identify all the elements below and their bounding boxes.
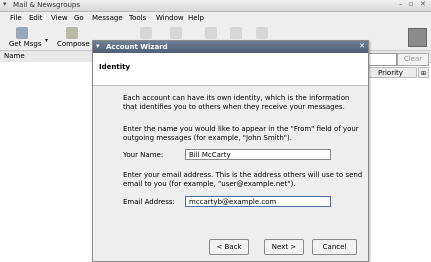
close-icon[interactable]: ✕ xyxy=(420,0,426,8)
menu-help[interactable]: Help xyxy=(188,14,204,22)
get-msgs-icon[interactable] xyxy=(16,27,28,39)
name-label: Your Name: xyxy=(123,151,164,159)
email-field[interactable]: mccartyb@example.com xyxy=(185,196,331,207)
menu-edit[interactable]: Edit xyxy=(29,14,43,22)
page-title: Identity xyxy=(99,63,131,71)
reply-all-icon[interactable] xyxy=(170,27,182,39)
menu-tools[interactable]: Tools xyxy=(129,14,146,22)
name-prompt-text: Enter the name you would like to appear … xyxy=(123,125,359,142)
clear-button[interactable]: Clear xyxy=(397,53,429,66)
menu-go[interactable]: Go xyxy=(74,14,84,22)
throbber-icon xyxy=(408,28,427,47)
compose-button[interactable]: Compose xyxy=(57,40,90,48)
dialog-header: Identity xyxy=(93,53,368,86)
folder-pane xyxy=(0,62,93,261)
window-menu-icon[interactable]: ▾ xyxy=(3,0,7,8)
dialog-title: Account Wizard xyxy=(106,43,168,51)
compose-icon[interactable] xyxy=(66,27,78,39)
menu-file[interactable]: File xyxy=(10,14,22,22)
identity-intro-text: Each account can have its own identity, … xyxy=(123,94,350,111)
window-titlebar: ▾ Mail & Newsgroups – ▫ ✕ xyxy=(0,0,431,12)
account-wizard-dialog: ▾ Account Wizard ✕ Identity Each account… xyxy=(92,40,369,262)
menu-view[interactable]: View xyxy=(51,14,68,22)
name-field[interactable]: Bill McCarty xyxy=(185,149,331,160)
next-button[interactable]: Next > xyxy=(264,239,304,255)
file-icon[interactable] xyxy=(205,27,217,39)
message-list xyxy=(367,78,430,261)
back-button[interactable]: < Back xyxy=(209,239,249,255)
cancel-button[interactable]: Cancel xyxy=(312,239,357,255)
search-input[interactable] xyxy=(367,53,397,66)
reply-icon[interactable] xyxy=(140,27,152,39)
priority-column-header[interactable]: Priority xyxy=(367,67,417,78)
dialog-menu-icon[interactable]: ▾ xyxy=(96,42,100,50)
maximize-icon[interactable]: ▫ xyxy=(409,0,414,8)
minimize-icon[interactable]: – xyxy=(399,0,403,8)
dialog-titlebar: ▾ Account Wizard ✕ xyxy=(93,41,368,53)
menubar: File Edit View Go Message Tools Window H… xyxy=(0,12,431,25)
name-column-label[interactable]: Name xyxy=(4,52,25,60)
next-icon[interactable] xyxy=(230,27,242,39)
get-msgs-dropdown-icon[interactable]: ▾ xyxy=(45,37,48,44)
menu-window[interactable]: Window xyxy=(156,14,184,22)
window-title: Mail & Newsgroups xyxy=(13,1,81,9)
delete-icon[interactable] xyxy=(256,27,268,39)
get-msgs-button[interactable]: Get Msgs xyxy=(9,40,41,48)
dialog-close-icon[interactable]: ✕ xyxy=(359,42,365,50)
email-label: Email Address: xyxy=(123,198,175,206)
menu-message[interactable]: Message xyxy=(92,14,123,22)
column-picker-icon[interactable]: ⊞ xyxy=(418,67,429,78)
email-prompt-text: Enter your email address. This is the ad… xyxy=(123,171,363,188)
